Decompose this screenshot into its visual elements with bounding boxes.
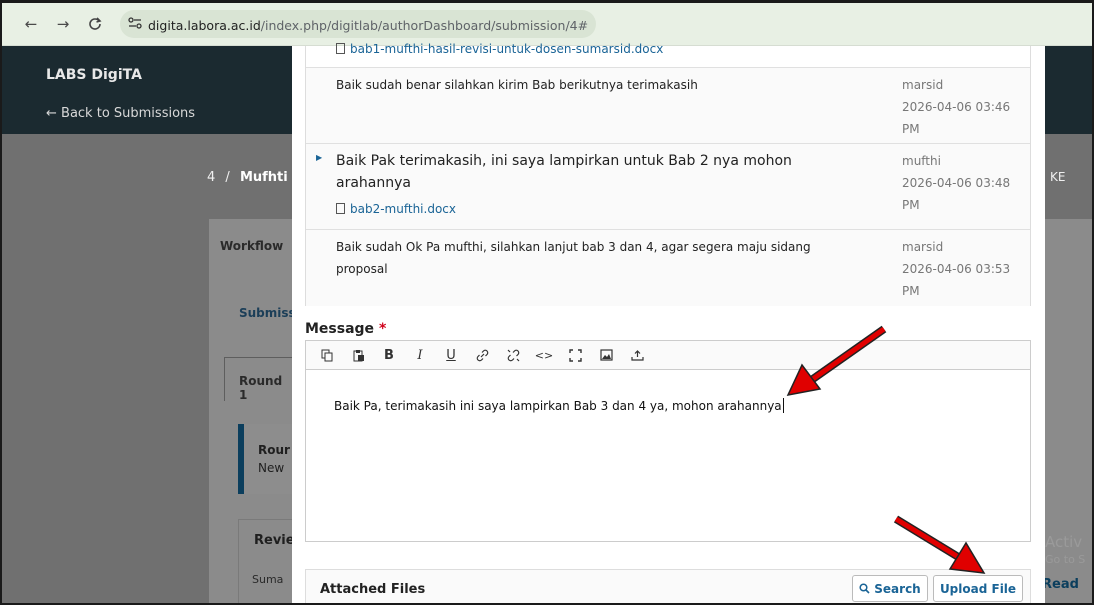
- bold-icon[interactable]: B: [378, 344, 400, 366]
- search-files-button[interactable]: Search: [852, 575, 928, 602]
- review-panel: [238, 519, 298, 603]
- message-body-line: Baik sudah Ok Pa mufthi, silahkan lanjut…: [336, 240, 811, 254]
- expand-triangle-icon[interactable]: ▶: [316, 153, 322, 162]
- reload-icon[interactable]: [84, 13, 106, 35]
- message-author: marsid: [902, 78, 944, 92]
- activation-watermark-sub: Go to S: [1045, 553, 1086, 566]
- screenshot-frame: ← → digita.labora.ac.id/index.php/digitl…: [0, 0, 1094, 605]
- upload-file-label: Upload File: [939, 581, 1017, 596]
- breadcrumb: 4 / Mufhti S: [207, 170, 302, 185]
- notice-text: New: [258, 461, 285, 475]
- address-bar[interactable]: digita.labora.ac.id/index.php/digitlab/a…: [120, 10, 597, 38]
- message-date: 2026-04-06 03:48: [902, 176, 1011, 190]
- attached-files-panel: Attached Files Search Upload File: [305, 569, 1031, 603]
- message-body-line: Baik Pak terimakasih, ini saya lampirkan…: [336, 153, 792, 169]
- file-icon: [336, 43, 345, 54]
- fullscreen-icon[interactable]: [564, 344, 586, 366]
- site-info-icon[interactable]: [128, 16, 142, 32]
- message-meta: mufthi 2026-04-06 03:48 PM: [902, 150, 1010, 216]
- message-body: Baik sudah Ok Pa mufthi, silahkan lanjut…: [336, 236, 811, 280]
- back-to-submissions-link[interactable]: ← Back to Submissions: [46, 106, 195, 121]
- message-body: Baik sudah benar silahkan kirim Bab beri…: [336, 78, 698, 92]
- tab-round-1[interactable]: Round 1: [224, 357, 294, 402]
- breadcrumb-number: 4: [207, 170, 216, 185]
- message-date: 2026-04-06 03:53: [902, 262, 1011, 276]
- link-icon[interactable]: [471, 344, 493, 366]
- message-editor[interactable]: Baik Pa, terimakasih ini saya lampirkan …: [305, 370, 1031, 542]
- breadcrumb-right-text: KE: [1050, 170, 1066, 184]
- copy-icon[interactable]: [316, 344, 338, 366]
- message-author: marsid: [902, 240, 944, 254]
- round-notice: Rour New: [238, 424, 298, 494]
- message-body-line: proposal: [336, 262, 388, 276]
- discussion-message: bab1-mufthi-hasil-revisi-untuk-dosen-sum…: [306, 42, 1030, 68]
- file-icon: [336, 203, 345, 214]
- search-icon: [859, 583, 870, 594]
- unlink-icon[interactable]: [502, 344, 524, 366]
- message-date: 2026-04-06 03:46: [902, 100, 1011, 114]
- discussion-message: Baik sudah benar silahkan kirim Bab beri…: [306, 68, 1030, 144]
- browser-toolbar: ← → digita.labora.ac.id/index.php/digitl…: [2, 3, 1092, 46]
- message-body: Baik Pak terimakasih, ini saya lampirkan…: [336, 150, 792, 220]
- breadcrumb-separator: /: [225, 170, 230, 185]
- italic-icon[interactable]: I: [409, 344, 431, 366]
- editor-toolbar: B I U <>: [305, 340, 1031, 370]
- activation-watermark: Activ: [1045, 533, 1083, 551]
- message-time: PM: [902, 284, 920, 298]
- attachment-link[interactable]: bab1-mufthi-hasil-revisi-untuk-dosen-sum…: [350, 42, 663, 56]
- text-caret: [782, 398, 784, 413]
- paste-icon[interactable]: [347, 344, 369, 366]
- message-author: mufthi: [902, 154, 941, 168]
- underline-icon[interactable]: U: [440, 344, 462, 366]
- attached-files-title: Attached Files: [320, 582, 426, 597]
- app-header-right: [1045, 46, 1092, 134]
- message-meta: marsid 2026-04-06 03:46 PM: [902, 74, 1010, 140]
- tab-workflow[interactable]: Workflow: [220, 239, 283, 253]
- tab-submission[interactable]: Submiss: [239, 306, 296, 320]
- message-time: PM: [902, 198, 920, 212]
- forward-nav-icon[interactable]: →: [52, 13, 74, 35]
- message-field-label: Message *: [305, 321, 386, 337]
- message-label-text: Message: [305, 321, 375, 337]
- image-icon[interactable]: [595, 344, 617, 366]
- upload-file-button[interactable]: Upload File: [933, 575, 1023, 602]
- required-mark: *: [378, 321, 387, 337]
- message-meta: marsid 2026-04-06 03:53 PM: [902, 236, 1010, 302]
- discussion-message-list: bab1-mufthi-hasil-revisi-untuk-dosen-sum…: [305, 42, 1031, 306]
- message-time: PM: [902, 122, 920, 136]
- url-path: /index.php/digitlab/authorDashboard/subm…: [260, 17, 589, 33]
- app-title[interactable]: LABS DigiTA: [46, 67, 142, 83]
- message-text: Baik Pa, terimakasih ini saya lampirkan …: [334, 399, 782, 413]
- search-label: Search: [874, 581, 921, 596]
- discussion-message: Baik sudah Ok Pa mufthi, silahkan lanjut…: [306, 230, 1030, 306]
- upload-icon[interactable]: [626, 344, 648, 366]
- review-heading: Revie: [254, 533, 295, 548]
- read-link[interactable]: Read: [1042, 577, 1079, 592]
- attachment-link[interactable]: bab2-mufthi.docx: [350, 202, 456, 216]
- discussion-message: ▶ Baik Pak terimakasih, ini saya lampirk…: [306, 144, 1030, 230]
- summary-label: Suma: [252, 573, 284, 586]
- back-nav-icon[interactable]: ←: [20, 13, 42, 35]
- url-host: digita.labora.ac.id: [148, 17, 261, 33]
- message-body-line: arahannya: [336, 175, 411, 191]
- code-icon[interactable]: <>: [533, 344, 555, 366]
